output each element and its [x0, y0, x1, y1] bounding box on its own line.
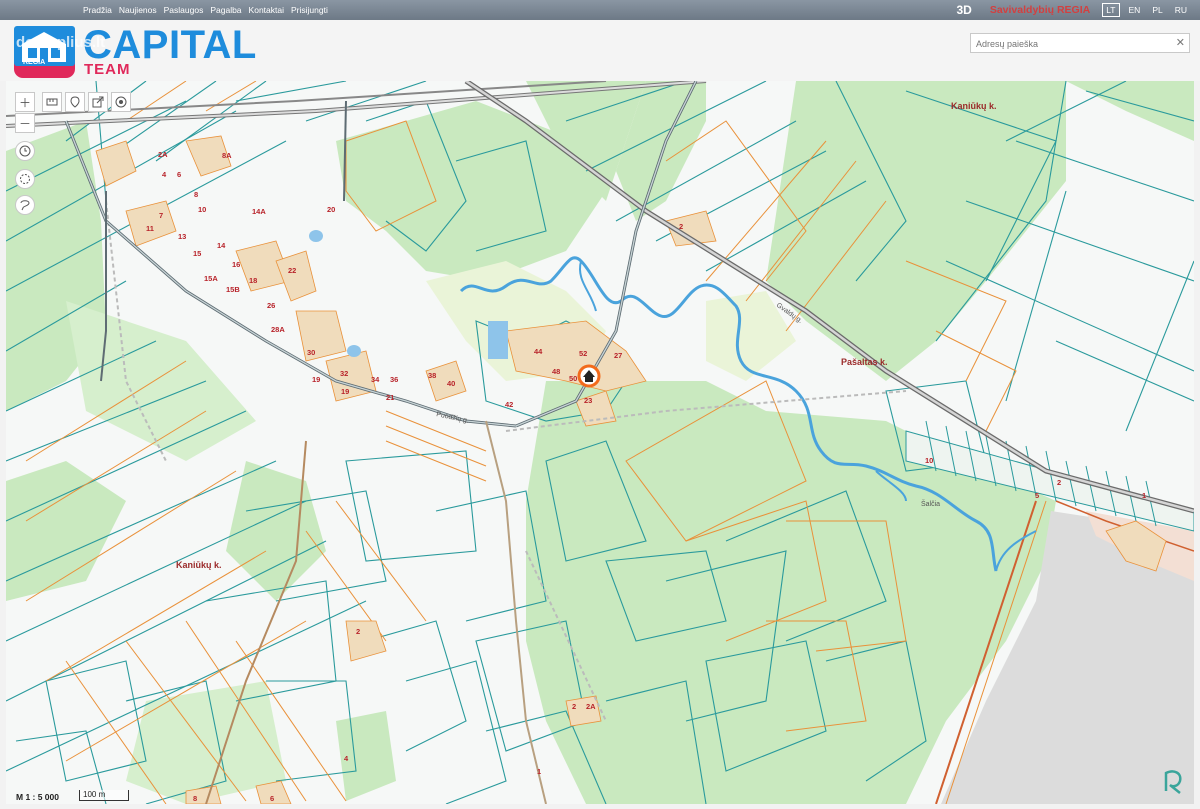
parcel-number-label: 6 — [177, 170, 181, 179]
parcel-number-label: 15B — [226, 285, 240, 294]
capital-team-logo: REGIA CAPITAL TEAM domoplius.lt — [14, 23, 284, 84]
parcel-number-label: 11 — [146, 224, 154, 233]
parcel-number-label: 13 — [178, 232, 186, 241]
parcel-number-label: 21 — [386, 393, 394, 402]
village-label: Pašaltas k. — [841, 357, 888, 367]
main-menu: Pradžia Naujienos Paslaugos Pagalba Kont… — [83, 0, 328, 20]
clock-icon — [19, 145, 31, 157]
parcel-number-label: 34 — [371, 375, 380, 384]
parcel-number-label: 23 — [584, 396, 592, 405]
export-icon — [92, 96, 104, 108]
header: REGIA CAPITAL TEAM domoplius.lt ✕ — [0, 20, 1200, 81]
parcel-number-label: 10 — [925, 456, 933, 465]
brand-name: Savivaldybių REGIA — [989, 4, 1091, 16]
address-search-input[interactable] — [971, 35, 1171, 53]
parcel-number-label: 50 — [569, 374, 577, 383]
parcel-number-label: 2 — [356, 627, 360, 636]
parcel-number-label: 2 — [572, 702, 576, 711]
village-label: Kaniūkų k. — [176, 560, 222, 570]
dotted-circle-icon — [20, 174, 30, 184]
map-canvas[interactable]: Kaniūkų k. Pašaltas k. Kaniūkų k. Puodži… — [6, 81, 1194, 804]
parcel-number-label: 16 — [232, 260, 240, 269]
select-button[interactable] — [15, 169, 35, 189]
logo-small-text: REGIA — [23, 59, 46, 66]
parcel-number-label: 19 — [312, 375, 320, 384]
parcel-number-label: 14A — [252, 207, 266, 216]
parcel-number-label: 15A — [204, 274, 218, 283]
parcel-number-label: 14 — [217, 241, 226, 250]
parcel-number-label: 19 — [341, 387, 349, 396]
zoom-out-button[interactable]: － — [15, 113, 35, 133]
marker-pin-icon — [70, 96, 80, 108]
parcel-number-label: 1 — [537, 767, 541, 776]
parcel-number-label: 38 — [428, 371, 436, 380]
parcel-number-label: 30 — [307, 348, 315, 357]
parcel-number-label: 28A — [271, 325, 285, 334]
export-button[interactable] — [88, 92, 108, 112]
parcel-number-label: 40 — [447, 379, 455, 388]
menu-item-home[interactable]: Pradžia — [83, 5, 112, 15]
parcel-number-label: 32 — [340, 369, 348, 378]
parcel-number-label: 2 — [679, 222, 683, 231]
history-button[interactable] — [15, 141, 35, 161]
village-label: Kaniūkų k. — [951, 101, 997, 111]
parcel-number-label: 10 — [198, 205, 206, 214]
parcel-number-label: 22 — [288, 266, 296, 275]
clear-search-icon[interactable]: ✕ — [1176, 36, 1185, 49]
map-svg: Kaniūkų k. Pašaltas k. Kaniūkų k. Puodži… — [6, 81, 1194, 804]
target-icon — [115, 96, 127, 108]
top-navigation-bar: Pradžia Naujienos Paslaugos Pagalba Kont… — [0, 0, 1200, 20]
language-pl[interactable]: PL — [1149, 4, 1165, 16]
parcel-number-label: 8 — [193, 794, 197, 803]
parcel-number-label: 1 — [1142, 491, 1146, 500]
menu-item-help[interactable]: Pagalba — [210, 5, 241, 15]
parcel-number-label: 27 — [614, 351, 622, 360]
language-ru[interactable]: RU — [1172, 4, 1190, 16]
watermark: domoplius.lt — [16, 34, 106, 51]
parcel-number-label: 48 — [552, 367, 560, 376]
parcel-number-label: 44 — [534, 347, 543, 356]
property-marker[interactable] — [577, 364, 601, 388]
3d-button[interactable]: 3D — [956, 3, 971, 17]
parcel-number-label: 2A — [158, 150, 168, 159]
parcel-number-label: 2A — [586, 702, 596, 711]
map-scale-text: M 1 : 5 000 — [16, 792, 59, 802]
parcel-number-label: 42 — [505, 400, 513, 409]
parcel-number-label: 18 — [249, 276, 257, 285]
parcel-number-label: 7 — [159, 211, 163, 220]
address-search: ✕ — [970, 33, 1190, 53]
lasso-icon — [20, 200, 30, 211]
parcel-number-label: 6 — [270, 794, 274, 803]
parcel-number-label: 5 — [1035, 491, 1039, 500]
parcel-number-label: 36 — [390, 375, 398, 384]
parcel-number-label: 20 — [327, 205, 335, 214]
language-en[interactable]: EN — [1126, 4, 1144, 16]
location-button[interactable] — [111, 92, 131, 112]
parcel-number-label: 2 — [1057, 478, 1061, 487]
parcel-number-label: 15 — [193, 249, 201, 258]
zoom-in-button[interactable]: ＋ — [15, 92, 35, 112]
parcel-number-label: 52 — [579, 349, 587, 358]
river-label: Šalčia — [921, 499, 940, 508]
menu-item-news[interactable]: Naujienos — [119, 5, 157, 15]
parcel-number-label: 8A — [222, 151, 232, 160]
measure-distance-button[interactable] — [42, 92, 62, 112]
logo-team-text: TEAM — [84, 61, 131, 78]
menu-item-login[interactable]: Prisijungti — [291, 5, 328, 15]
language-lt[interactable]: LT — [1102, 3, 1120, 17]
menu-item-contacts[interactable]: Kontaktai — [249, 5, 284, 15]
parcel-number-label: 26 — [267, 301, 275, 310]
map-scale-bar: 100 m — [79, 790, 129, 801]
menu-item-services[interactable]: Paslaugos — [164, 5, 204, 15]
measure-area-button[interactable] — [65, 92, 85, 112]
parcel-number-label: 8 — [194, 190, 198, 199]
ruler-icon — [46, 98, 58, 106]
lasso-button[interactable] — [15, 195, 35, 215]
